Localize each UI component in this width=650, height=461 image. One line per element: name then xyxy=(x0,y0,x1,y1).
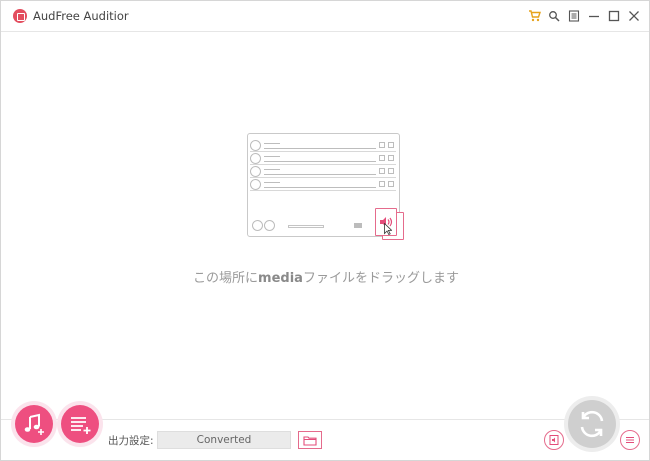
add-list-icon xyxy=(71,417,91,434)
close-icon[interactable] xyxy=(627,8,641,24)
illustration-row xyxy=(250,165,396,178)
converted-list-button[interactable] xyxy=(620,430,640,450)
convert-button[interactable] xyxy=(568,400,616,448)
minimize-icon[interactable] xyxy=(587,8,601,24)
add-music-icon xyxy=(24,413,44,435)
maximize-icon[interactable] xyxy=(607,8,621,24)
title-bar-controls xyxy=(527,8,641,24)
add-playlist-button[interactable] xyxy=(61,405,99,443)
output-path-field[interactable]: Converted xyxy=(157,431,291,449)
app-logo-icon xyxy=(13,9,27,23)
illustration-row xyxy=(250,178,396,191)
folder-icon xyxy=(303,435,317,446)
illustration-row xyxy=(250,152,396,165)
audio-settings-button[interactable] xyxy=(544,430,564,450)
output-label: 出力設定: xyxy=(108,435,154,447)
app-title: AudFree Auditior xyxy=(33,9,129,23)
search-icon[interactable] xyxy=(547,8,561,24)
audio-format-icon xyxy=(549,435,559,445)
register-icon[interactable] xyxy=(567,8,581,24)
illustration-row xyxy=(250,139,396,152)
convert-icon xyxy=(580,410,604,438)
title-bar: AudFree Auditior xyxy=(1,1,649,32)
app-window: AudFree Auditior この場所にmediaファイルをドラッグします … xyxy=(0,0,650,461)
add-music-button[interactable] xyxy=(15,405,53,443)
history-list-icon xyxy=(626,436,634,444)
browse-folder-button[interactable] xyxy=(298,431,322,449)
dropzone-text: この場所にmediaファイルをドラッグします xyxy=(193,271,459,286)
cursor-icon xyxy=(384,223,392,235)
cart-icon[interactable] xyxy=(527,8,541,24)
